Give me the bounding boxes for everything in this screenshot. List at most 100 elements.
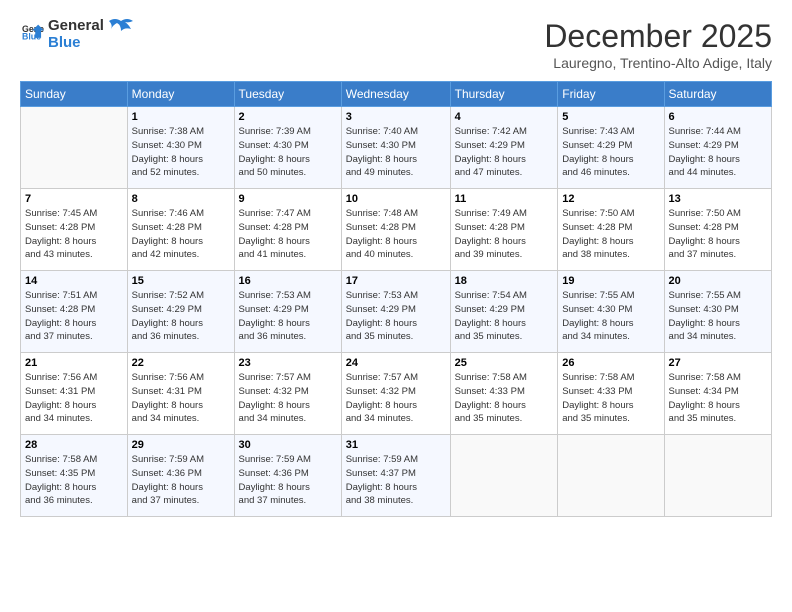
day-info: Sunrise: 7:47 AMSunset: 4:28 PMDaylight:… (239, 207, 337, 262)
calendar-cell: 25 Sunrise: 7:58 AMSunset: 4:33 PMDayligh… (450, 353, 558, 435)
day-number: 6 (669, 111, 767, 123)
day-number: 17 (346, 275, 446, 287)
day-number: 27 (669, 357, 767, 369)
calendar-cell: 19Sunrise: 7:55 AMSunset: 4:30 PMDayligh… (558, 271, 664, 353)
calendar-cell: 21Sunrise: 7:56 AMSunset: 4:31 PMDayligh… (21, 353, 128, 435)
day-number: 1 (132, 111, 230, 123)
day-number: 28 (25, 439, 123, 451)
header: General Blue General Blue December 2025 … (20, 18, 772, 71)
calendar-cell (558, 435, 664, 517)
weekday-header-wednesday: Wednesday (341, 82, 450, 107)
day-info: Sunrise: 7:38 AMSunset: 4:30 PMDaylight:… (132, 125, 230, 180)
day-info: Sunrise: 7:59 AMSunset: 4:36 PMDaylight:… (239, 453, 337, 508)
day-info: Sunrise: 7:58 AMSunset: 4:35 PMDaylight:… (25, 453, 123, 508)
calendar-cell (664, 435, 771, 517)
calendar-cell: 1 Sunrise: 7:38 AMSunset: 4:30 PMDaylight… (127, 107, 234, 189)
weekday-header-tuesday: Tuesday (234, 82, 341, 107)
day-number: 5 (562, 111, 659, 123)
calendar-cell: 28 Sunrise: 7:58 AMSunset: 4:35 PMDayligh… (21, 435, 128, 517)
calendar-cell: 6Sunrise: 7:44 AMSunset: 4:29 PMDaylight… (664, 107, 771, 189)
day-number: 14 (25, 275, 123, 287)
calendar-cell: 5 Sunrise: 7:43 AMSunset: 4:29 PMDaylight… (558, 107, 664, 189)
day-number: 11 (455, 193, 554, 205)
calendar-cell: 14Sunrise: 7:51 AMSunset: 4:28 PMDayligh… (21, 271, 128, 353)
day-info: Sunrise: 7:58 AMSunset: 4:33 PMDaylight:… (455, 371, 554, 426)
calendar-week-row: 21Sunrise: 7:56 AMSunset: 4:31 PMDayligh… (21, 353, 772, 435)
day-info: Sunrise: 7:57 AMSunset: 4:32 PMDaylight:… (239, 371, 337, 426)
calendar-cell: 3Sunrise: 7:40 AMSunset: 4:30 PMDaylight… (341, 107, 450, 189)
weekday-header-monday: Monday (127, 82, 234, 107)
calendar-week-row: 28 Sunrise: 7:58 AMSunset: 4:35 PMDayligh… (21, 435, 772, 517)
day-number: 29 (132, 439, 230, 451)
day-info: Sunrise: 7:59 AMSunset: 4:36 PMDaylight:… (132, 453, 230, 508)
day-number: 16 (239, 275, 337, 287)
calendar-cell: 4 Sunrise: 7:42 AMSunset: 4:29 PMDaylight… (450, 107, 558, 189)
calendar-cell: 20Sunrise: 7:55 AMSunset: 4:30 PMDayligh… (664, 271, 771, 353)
calendar-week-row: 1 Sunrise: 7:38 AMSunset: 4:30 PMDaylight… (21, 107, 772, 189)
calendar-cell: 29 Sunrise: 7:59 AMSunset: 4:36 PMDayligh… (127, 435, 234, 517)
calendar-cell: 31Sunrise: 7:59 AMSunset: 4:37 PMDayligh… (341, 435, 450, 517)
calendar-cell: 16 Sunrise: 7:53 AMSunset: 4:29 PMDayligh… (234, 271, 341, 353)
day-info: Sunrise: 7:56 AMSunset: 4:31 PMDaylight:… (25, 371, 123, 426)
calendar-cell (450, 435, 558, 517)
calendar-cell: 23 Sunrise: 7:57 AMSunset: 4:32 PMDayligh… (234, 353, 341, 435)
day-number: 12 (562, 193, 659, 205)
day-info: Sunrise: 7:45 AMSunset: 4:28 PMDaylight:… (25, 207, 123, 262)
day-info: Sunrise: 7:52 AMSunset: 4:29 PMDaylight:… (132, 289, 230, 344)
day-info: Sunrise: 7:50 AMSunset: 4:28 PMDaylight:… (562, 207, 659, 262)
calendar-cell: 30Sunrise: 7:59 AMSunset: 4:36 PMDayligh… (234, 435, 341, 517)
weekday-header-saturday: Saturday (664, 82, 771, 107)
calendar-cell: 27Sunrise: 7:58 AMSunset: 4:34 PMDayligh… (664, 353, 771, 435)
day-number: 15 (132, 275, 230, 287)
day-number: 4 (455, 111, 554, 123)
calendar-table: SundayMondayTuesdayWednesdayThursdayFrid… (20, 81, 772, 517)
day-number: 20 (669, 275, 767, 287)
weekday-header-sunday: Sunday (21, 82, 128, 107)
calendar-cell: 2Sunrise: 7:39 AMSunset: 4:30 PMDaylight… (234, 107, 341, 189)
day-number: 26 (562, 357, 659, 369)
day-info: Sunrise: 7:53 AMSunset: 4:29 PMDaylight:… (239, 289, 337, 344)
calendar-cell: 10 Sunrise: 7:48 AMSunset: 4:28 PMDayligh… (341, 189, 450, 271)
calendar-week-row: 14Sunrise: 7:51 AMSunset: 4:28 PMDayligh… (21, 271, 772, 353)
day-info: Sunrise: 7:59 AMSunset: 4:37 PMDaylight:… (346, 453, 446, 508)
day-info: Sunrise: 7:39 AMSunset: 4:30 PMDaylight:… (239, 125, 337, 180)
day-number: 25 (455, 357, 554, 369)
day-info: Sunrise: 7:43 AMSunset: 4:29 PMDaylight:… (562, 125, 659, 180)
weekday-header-thursday: Thursday (450, 82, 558, 107)
day-number: 13 (669, 193, 767, 205)
calendar-cell: 26 Sunrise: 7:58 AMSunset: 4:33 PMDayligh… (558, 353, 664, 435)
calendar-cell: 9 Sunrise: 7:47 AMSunset: 4:28 PMDaylight… (234, 189, 341, 271)
logo-bird-icon (107, 17, 135, 39)
month-title: December 2025 (544, 18, 772, 55)
logo-general: General (48, 18, 104, 35)
day-number: 10 (346, 193, 446, 205)
day-info: Sunrise: 7:58 AMSunset: 4:33 PMDaylight:… (562, 371, 659, 426)
day-number: 23 (239, 357, 337, 369)
calendar-cell: 17Sunrise: 7:53 AMSunset: 4:29 PMDayligh… (341, 271, 450, 353)
calendar-page: General Blue General Blue December 2025 … (0, 0, 792, 612)
day-info: Sunrise: 7:48 AMSunset: 4:28 PMDaylight:… (346, 207, 446, 262)
logo-icon: General Blue (22, 21, 44, 43)
day-number: 18 (455, 275, 554, 287)
day-info: Sunrise: 7:50 AMSunset: 4:28 PMDaylight:… (669, 207, 767, 262)
calendar-cell: 15 Sunrise: 7:52 AMSunset: 4:29 PMDayligh… (127, 271, 234, 353)
day-info: Sunrise: 7:57 AMSunset: 4:32 PMDaylight:… (346, 371, 446, 426)
day-info: Sunrise: 7:56 AMSunset: 4:31 PMDaylight:… (132, 371, 230, 426)
day-info: Sunrise: 7:40 AMSunset: 4:30 PMDaylight:… (346, 125, 446, 180)
calendar-cell: 11Sunrise: 7:49 AMSunset: 4:28 PMDayligh… (450, 189, 558, 271)
day-info: Sunrise: 7:46 AMSunset: 4:28 PMDaylight:… (132, 207, 230, 262)
day-number: 8 (132, 193, 230, 205)
day-number: 9 (239, 193, 337, 205)
day-number: 22 (132, 357, 230, 369)
calendar-cell (21, 107, 128, 189)
calendar-cell: 22 Sunrise: 7:56 AMSunset: 4:31 PMDayligh… (127, 353, 234, 435)
calendar-cell: 24 Sunrise: 7:57 AMSunset: 4:32 PMDayligh… (341, 353, 450, 435)
logo-blue: Blue (48, 35, 104, 52)
title-block: December 2025 Lauregno, Trentino-Alto Ad… (544, 18, 772, 71)
calendar-cell: 12 Sunrise: 7:50 AMSunset: 4:28 PMDayligh… (558, 189, 664, 271)
day-info: Sunrise: 7:42 AMSunset: 4:29 PMDaylight:… (455, 125, 554, 180)
day-info: Sunrise: 7:54 AMSunset: 4:29 PMDaylight:… (455, 289, 554, 344)
logo: General Blue General Blue (20, 18, 135, 51)
day-number: 24 (346, 357, 446, 369)
calendar-week-row: 7Sunrise: 7:45 AMSunset: 4:28 PMDaylight… (21, 189, 772, 271)
